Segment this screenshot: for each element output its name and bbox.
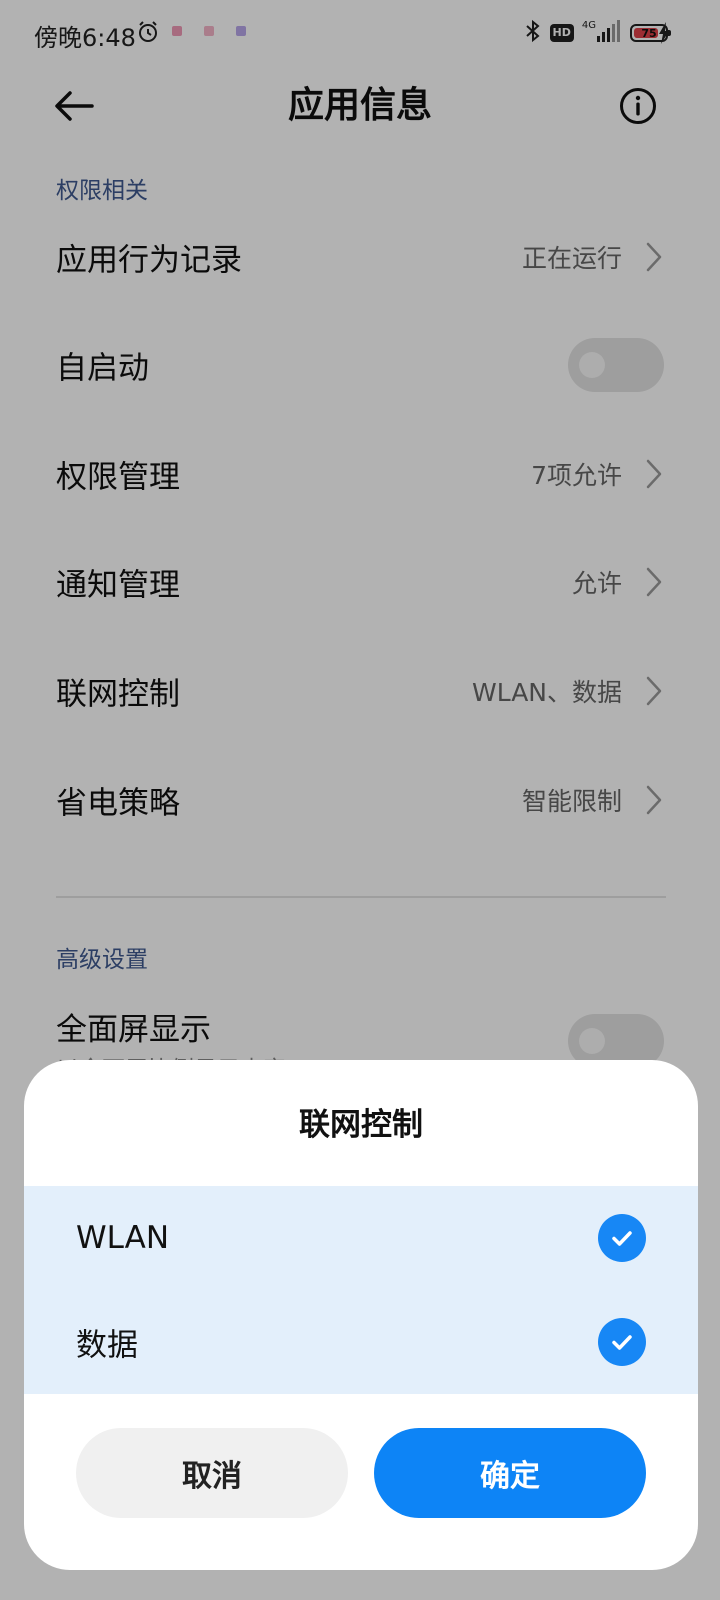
confirm-button[interactable]: 确定 [374,1428,646,1518]
dialog-title: 联网控制 [299,1107,423,1143]
cancel-button[interactable]: 取消 [76,1428,348,1518]
option-wlan[interactable]: WLAN [24,1186,698,1290]
option-label: 数据 [76,1327,138,1364]
network-control-dialog: 联网控制 WLAN 数据 取消 确定 [24,1060,698,1570]
option-label: WLAN [76,1220,170,1256]
option-mobile-data[interactable]: 数据 [24,1290,698,1394]
checkbox-checked-icon[interactable] [598,1214,646,1262]
checkbox-checked-icon[interactable] [598,1318,646,1366]
